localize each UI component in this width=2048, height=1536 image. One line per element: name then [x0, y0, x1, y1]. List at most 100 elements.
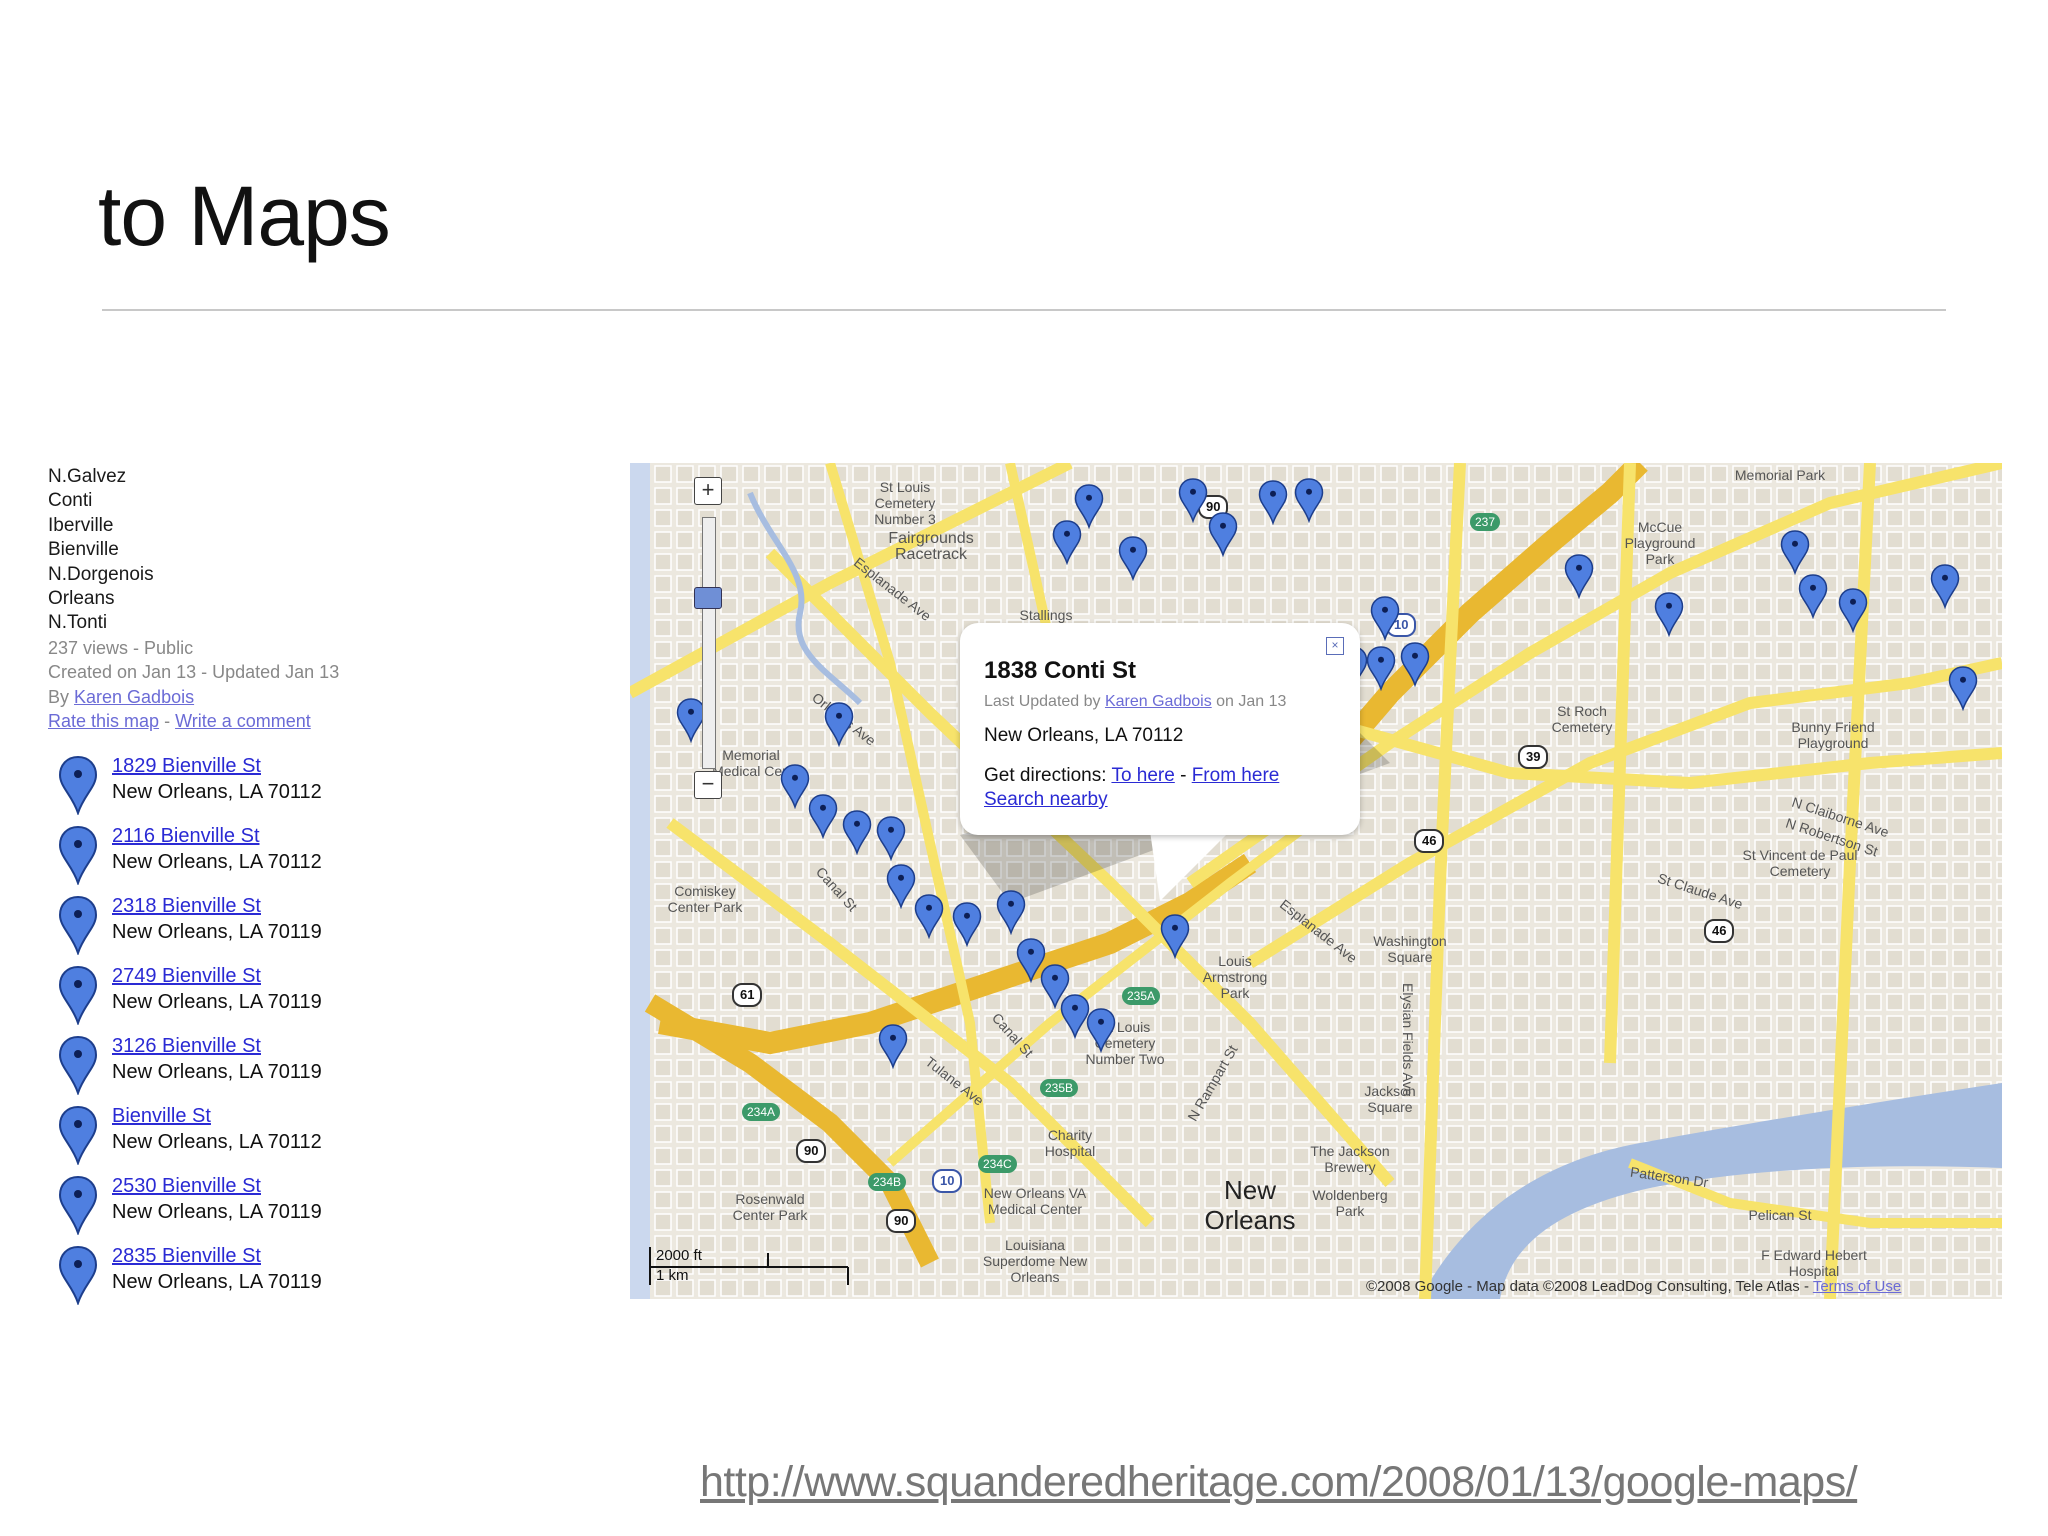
zoom-out-button[interactable]: −	[694, 771, 722, 799]
result-address-link[interactable]: 1829 Bienville St	[112, 753, 261, 779]
result-address-link[interactable]: 2749 Bienville St	[112, 963, 261, 989]
marker-layer	[630, 463, 2002, 1299]
directions-label: Get directions:	[984, 765, 1112, 786]
close-icon[interactable]: ×	[1326, 637, 1344, 655]
result-item[interactable]: 2116 Bienville St New Orleans, LA 70112	[48, 823, 608, 889]
map-marker[interactable]	[1178, 477, 1208, 523]
map-marker[interactable]	[1258, 479, 1288, 525]
map-marker[interactable]	[1948, 665, 1978, 711]
popup-city: New Orleans, LA 70112	[984, 725, 1184, 746]
map-marker[interactable]	[914, 893, 944, 939]
result-item[interactable]: 1829 Bienville St New Orleans, LA 70112	[48, 753, 608, 819]
map-marker[interactable]	[1074, 483, 1104, 529]
map-pin-icon	[58, 1105, 98, 1165]
result-item[interactable]: 2318 Bienville St New Orleans, LA 70119	[48, 893, 608, 959]
map-marker[interactable]	[886, 863, 916, 909]
map-pin-icon	[58, 755, 98, 815]
result-address-link[interactable]: Bienville St	[112, 1103, 211, 1129]
created-date: Created on Jan 13 - Updated Jan 13	[48, 662, 340, 683]
map-view[interactable]: St Louis Cemetery Number 3 Fairgrounds R…	[630, 463, 2002, 1299]
description-line: Conti	[48, 490, 93, 512]
map-marker[interactable]	[878, 1023, 908, 1069]
result-item[interactable]: 2749 Bienville St New Orleans, LA 70119	[48, 963, 608, 1029]
scale-km: 1 km	[656, 1267, 689, 1284]
map-marker[interactable]	[1118, 535, 1148, 581]
write-comment-link[interactable]: Write a comment	[175, 711, 311, 731]
author-link[interactable]: Karen Gadbois	[74, 687, 194, 707]
map-pin-icon	[58, 965, 98, 1025]
map-sidebar: N.Galvez Conti Iberville Bienville N.Dor…	[48, 465, 608, 1305]
updated-suffix: on Jan 13	[1211, 693, 1287, 710]
to-here-link[interactable]: To here	[1111, 765, 1174, 786]
description-line: N.Galvez	[48, 466, 127, 487]
map-marker[interactable]	[1086, 1007, 1116, 1053]
terms-of-use-link[interactable]: Terms of Use	[1813, 1278, 1901, 1295]
by-prefix: By	[48, 686, 75, 707]
result-city: New Orleans, LA 70119	[112, 1271, 322, 1293]
map-marker[interactable]	[996, 889, 1026, 935]
result-city: New Orleans, LA 70119	[112, 991, 322, 1013]
map-pin-icon	[58, 895, 98, 955]
popup-updated: Last Updated by Karen Gadbois on Jan 13	[984, 693, 1286, 711]
map-marker[interactable]	[1780, 529, 1810, 575]
result-address-link[interactable]: 3126 Bienville St	[112, 1033, 261, 1059]
copyright-text: ©2008 Google - Map data ©2008 LeadDog Co…	[1366, 1278, 1813, 1295]
map-marker[interactable]	[824, 701, 854, 747]
result-item[interactable]: 3126 Bienville St New Orleans, LA 70119	[48, 1033, 608, 1099]
description-line: N.Tonti	[48, 612, 108, 634]
views-count: 237 views - Public	[48, 637, 194, 658]
map-marker[interactable]	[1366, 645, 1396, 691]
map-marker[interactable]	[1838, 587, 1868, 633]
map-marker[interactable]	[842, 809, 872, 855]
map-pin-icon	[58, 825, 98, 885]
map-marker[interactable]	[1208, 511, 1238, 557]
popup-tail	[1150, 831, 1230, 901]
description-line: N.Dorgenois	[48, 563, 154, 585]
map-marker[interactable]	[1294, 477, 1324, 523]
description-line: Iberville	[48, 514, 114, 536]
map-marker[interactable]	[876, 815, 906, 861]
updated-prefix: Last Updated by	[984, 693, 1105, 710]
result-address-link[interactable]: 2318 Bienville St	[112, 893, 261, 919]
link-separator: -	[159, 711, 176, 732]
map-marker[interactable]	[1930, 563, 1960, 609]
result-item[interactable]: 2530 Bienville St New Orleans, LA 70119	[48, 1173, 608, 1239]
from-here-link[interactable]: From here	[1192, 765, 1280, 786]
result-city: New Orleans, LA 70119	[112, 1201, 322, 1223]
map-marker[interactable]	[1370, 595, 1400, 641]
map-marker[interactable]	[1400, 641, 1430, 687]
result-city: New Orleans, LA 70112	[112, 1131, 322, 1153]
result-address-link[interactable]: 2835 Bienville St	[112, 1243, 261, 1269]
map-marker[interactable]	[1654, 591, 1684, 637]
map-marker-selected[interactable]	[1160, 913, 1190, 959]
popup-search: Search nearby	[984, 789, 1108, 811]
title-divider	[102, 309, 1946, 311]
scale-bar: 2000 ft 1 km	[648, 1247, 858, 1287]
scale-feet: 2000 ft	[656, 1247, 702, 1264]
zoom-slider-handle[interactable]	[694, 587, 722, 609]
result-item[interactable]: Bienville St New Orleans, LA 70112	[48, 1103, 608, 1169]
result-item[interactable]: 2835 Bienville St New Orleans, LA 70119	[48, 1243, 608, 1309]
zoom-slider-track[interactable]	[702, 517, 716, 769]
map-marker[interactable]	[808, 793, 838, 839]
map-marker[interactable]	[1564, 553, 1594, 599]
map-marker[interactable]	[1798, 573, 1828, 619]
map-pin-icon	[58, 1245, 98, 1305]
result-city: New Orleans, LA 70112	[112, 851, 322, 873]
rate-map-link[interactable]: Rate this map	[48, 711, 159, 731]
map-pin-icon	[58, 1035, 98, 1095]
search-nearby-link[interactable]: Search nearby	[984, 789, 1108, 810]
result-address-link[interactable]: 2116 Bienville St	[112, 823, 260, 849]
result-address-link[interactable]: 2530 Bienville St	[112, 1173, 261, 1199]
description-line: Bienville	[48, 539, 119, 561]
result-city: New Orleans, LA 70112	[112, 781, 322, 803]
result-city: New Orleans, LA 70119	[112, 1061, 322, 1083]
slide-title: to Maps	[98, 169, 391, 263]
map-marker[interactable]	[780, 763, 810, 809]
author-line: By Karen Gadbois	[48, 685, 608, 710]
popup-author-link[interactable]: Karen Gadbois	[1105, 693, 1212, 710]
map-marker[interactable]	[952, 901, 982, 947]
rate-line: Rate this map - Write a comment	[48, 709, 608, 734]
zoom-in-button[interactable]: +	[694, 477, 722, 505]
source-url-link[interactable]: http://www.squanderedheritage.com/2008/0…	[700, 1458, 1858, 1507]
